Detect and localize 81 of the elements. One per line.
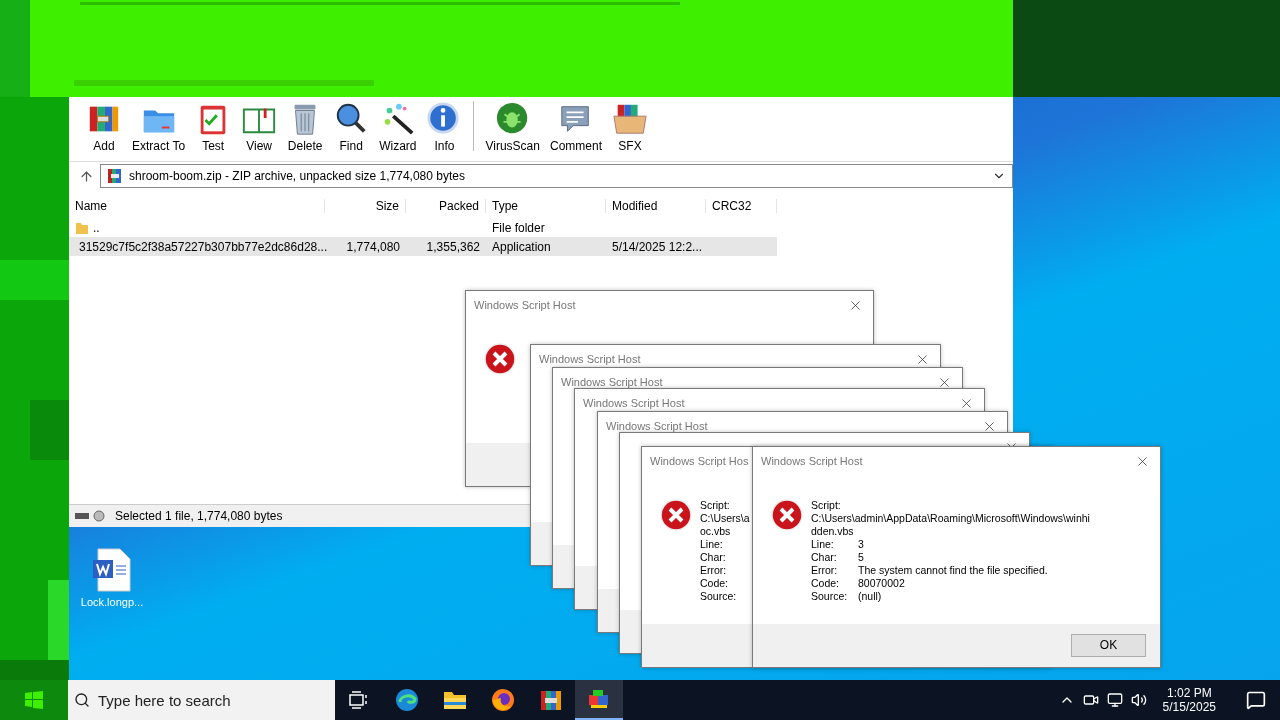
- toolbar-button[interactable]: Delete: [282, 101, 329, 153]
- camera-icon[interactable]: [1082, 692, 1099, 708]
- field-label: Error:: [700, 564, 728, 577]
- file-row[interactable]: .. File folder: [69, 218, 777, 237]
- network-icon[interactable]: [1106, 692, 1123, 708]
- toolbar-button[interactable]: Extract To: [127, 101, 191, 153]
- toolbar-button[interactable]: Wizard: [374, 101, 422, 153]
- app-icon: [587, 687, 611, 711]
- field-value: (null): [858, 590, 882, 603]
- table-cell-text: File folder: [491, 220, 546, 235]
- column-header[interactable]: Type: [486, 199, 606, 213]
- error-icon: [484, 343, 516, 375]
- notification-icon: [1246, 690, 1266, 710]
- script-path: C:\Users\a: [700, 512, 750, 525]
- column-header[interactable]: Size: [325, 199, 406, 213]
- field-label: Source:: [811, 590, 849, 603]
- volume-icon[interactable]: [1130, 692, 1147, 708]
- status-text: Selected 1 file, 1,774,080 bytes: [115, 509, 283, 523]
- folder-icon: [75, 220, 89, 235]
- script-path: dden.vbs: [811, 525, 855, 538]
- table-cell: 31529c7f5c2f38a57227b307bb77e2dc86d28...: [69, 239, 325, 254]
- table-cell-text: 1,774,080: [345, 239, 401, 254]
- dialog-title: Windows Script Host: [606, 420, 708, 432]
- table-cell: ..: [69, 220, 325, 235]
- clock[interactable]: 1:02 PM 5/15/2025: [1154, 686, 1224, 714]
- toolbar-button[interactable]: Comment: [544, 101, 607, 153]
- field-label: Code:: [811, 577, 841, 590]
- swirl-icon: [395, 688, 419, 712]
- toolbar-button[interactable]: Find: [328, 101, 375, 153]
- script-host-button[interactable]: [575, 680, 623, 720]
- toolbar-button[interactable]: Info: [421, 101, 468, 153]
- error-icon: [660, 499, 692, 531]
- column-header[interactable]: Name: [69, 199, 325, 213]
- field-label: Source:: [700, 590, 738, 603]
- search-box[interactable]: Type here to search: [68, 680, 335, 720]
- dialog-title: Windows Script Host: [583, 397, 685, 409]
- archive-icon: [107, 168, 123, 184]
- error-icon: [771, 499, 803, 531]
- field-label: Char:: [811, 551, 838, 564]
- field-label: Line:: [700, 538, 724, 551]
- dialog-title: Windows Script Host: [761, 455, 863, 467]
- address-field[interactable]: shroom-boom.zip - ZIP archive, unpacked size 1,774,080 bytes: [100, 164, 1013, 188]
- start-button[interactable]: [0, 680, 68, 720]
- search-icon: [74, 692, 90, 708]
- field-label: Line:: [811, 538, 835, 551]
- task-view-icon: [349, 691, 369, 709]
- toolbar-button[interactable]: SFX: [607, 101, 653, 153]
- script-label: Script:: [811, 499, 842, 512]
- ok-button[interactable]: OK: [1071, 634, 1146, 657]
- field-value: The system cannot find the file specified.: [858, 564, 1048, 577]
- field-label: Char:: [700, 551, 727, 564]
- column-header[interactable]: Modified: [606, 199, 706, 213]
- toolbar-button[interactable]: VirusScan: [480, 101, 545, 153]
- toolbar-button[interactable]: Test: [190, 101, 237, 153]
- table-cell-text: 1,355,362: [425, 239, 481, 254]
- dialog-title: Windows Script Host: [474, 299, 576, 311]
- dialog-title: Windows Script Host: [561, 376, 663, 388]
- toolbar-button[interactable]: Add: [81, 101, 127, 153]
- fox-globe-icon: [491, 688, 515, 712]
- word-document-icon[interactable]: [92, 548, 132, 592]
- dialog-title: Windows Script Host: [539, 353, 641, 365]
- folder-icon: [443, 690, 467, 710]
- table-cell-text: 5/14/2025 12:2...: [611, 239, 704, 254]
- field-value: 80070002: [858, 577, 905, 590]
- script-path: C:\Users\admin\AppData\Roaming\Microsoft\Windows\winhi: [811, 512, 1090, 525]
- column-header[interactable]: Packed: [406, 199, 486, 213]
- file-row[interactable]: 31529c7f5c2f38a57227b307bb77e2dc86d28... 1,774,080 1,355,362 Application 5/14/2025 12:2...: [69, 237, 777, 256]
- script-label: Script:: [700, 499, 731, 512]
- search-field[interactable]: Type here to search: [98, 691, 335, 709]
- table-cell-text: Application: [491, 239, 552, 254]
- field-label: Error:: [811, 564, 839, 577]
- field-value: 5: [858, 551, 864, 564]
- field-label: Code:: [700, 577, 730, 590]
- column-header[interactable]: CRC32: [706, 199, 777, 213]
- field-value: 3: [858, 538, 864, 551]
- windows-logo-icon: [25, 691, 43, 709]
- books-icon: [539, 688, 563, 712]
- drive-icon: [75, 510, 107, 522]
- dialog-title: Windows Script Hos: [650, 455, 749, 467]
- script-path: oc.vbs: [700, 525, 732, 538]
- toolbar-button[interactable]: View: [236, 101, 283, 153]
